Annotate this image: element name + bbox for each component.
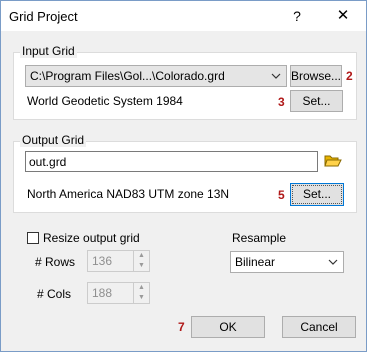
close-button[interactable]: ✕ [330,6,356,26]
cols-spin-buttons: ▲ ▼ [133,283,149,303]
output-file-input[interactable]: out.grd [25,151,318,172]
title-bar: Grid Project ? ✕ [1,1,366,31]
rows-value: 136 [92,254,113,268]
resize-checkbox[interactable] [27,232,39,244]
input-projection-text: World Geodetic System 1984 [27,94,183,108]
output-set-step-marker: 5 [278,188,285,202]
help-button[interactable]: ? [284,6,310,26]
ok-button-label: OK [219,320,237,334]
output-file-value: out.grd [29,155,67,169]
resize-checkbox-label: Resize output grid [43,231,140,245]
cancel-button[interactable]: Cancel [282,316,356,338]
ok-button[interactable]: OK [191,316,265,338]
output-grid-label: Output Grid [20,133,87,147]
help-icon: ? [293,8,301,24]
spin-up-icon[interactable]: ▲ [134,251,149,261]
close-icon: ✕ [336,7,350,24]
output-projection-text: North America NAD83 UTM zone 13N [27,187,230,201]
browse-button-label: Browse... [291,69,342,83]
spin-down-icon[interactable]: ▼ [134,261,149,271]
input-set-step-marker: 3 [278,95,285,109]
output-set-button[interactable]: Set... [290,183,344,206]
cancel-button-label: Cancel [300,320,338,334]
output-set-button-label: Set... [302,187,331,201]
browse-step-marker: 2 [346,69,353,83]
input-grid-label: Input Grid [20,44,77,58]
input-file-combo[interactable]: C:\Program Files\Gol...\Colorado.grd [25,65,287,87]
rows-spinner[interactable]: 136 ▲ ▼ [87,250,150,272]
input-file-value: C:\Program Files\Gol...\Colorado.grd [30,69,225,83]
spin-up-icon[interactable]: ▲ [134,283,149,293]
spin-down-icon[interactable]: ▼ [134,293,149,303]
rows-label: # Rows [35,255,76,269]
cols-spinner[interactable]: 188 ▲ ▼ [87,282,150,304]
chevron-down-icon [327,256,339,268]
cols-value: 188 [92,286,113,300]
grid-project-dialog: Grid Project ? ✕ Input Grid C:\Program F… [0,0,367,352]
rows-spin-buttons: ▲ ▼ [133,251,149,271]
cols-label: # Cols [37,287,72,301]
resample-select[interactable]: Bilinear [230,251,344,273]
open-folder-icon[interactable] [324,153,342,169]
browse-button[interactable]: Browse... [290,65,342,87]
resample-label: Resample [232,231,287,245]
ok-step-marker: 7 [178,320,185,334]
resample-selected-value: Bilinear [235,255,276,269]
input-set-button-label: Set... [302,94,331,108]
window-title: Grid Project [9,9,78,24]
input-set-button[interactable]: Set... [290,90,343,112]
chevron-down-icon [270,70,282,82]
